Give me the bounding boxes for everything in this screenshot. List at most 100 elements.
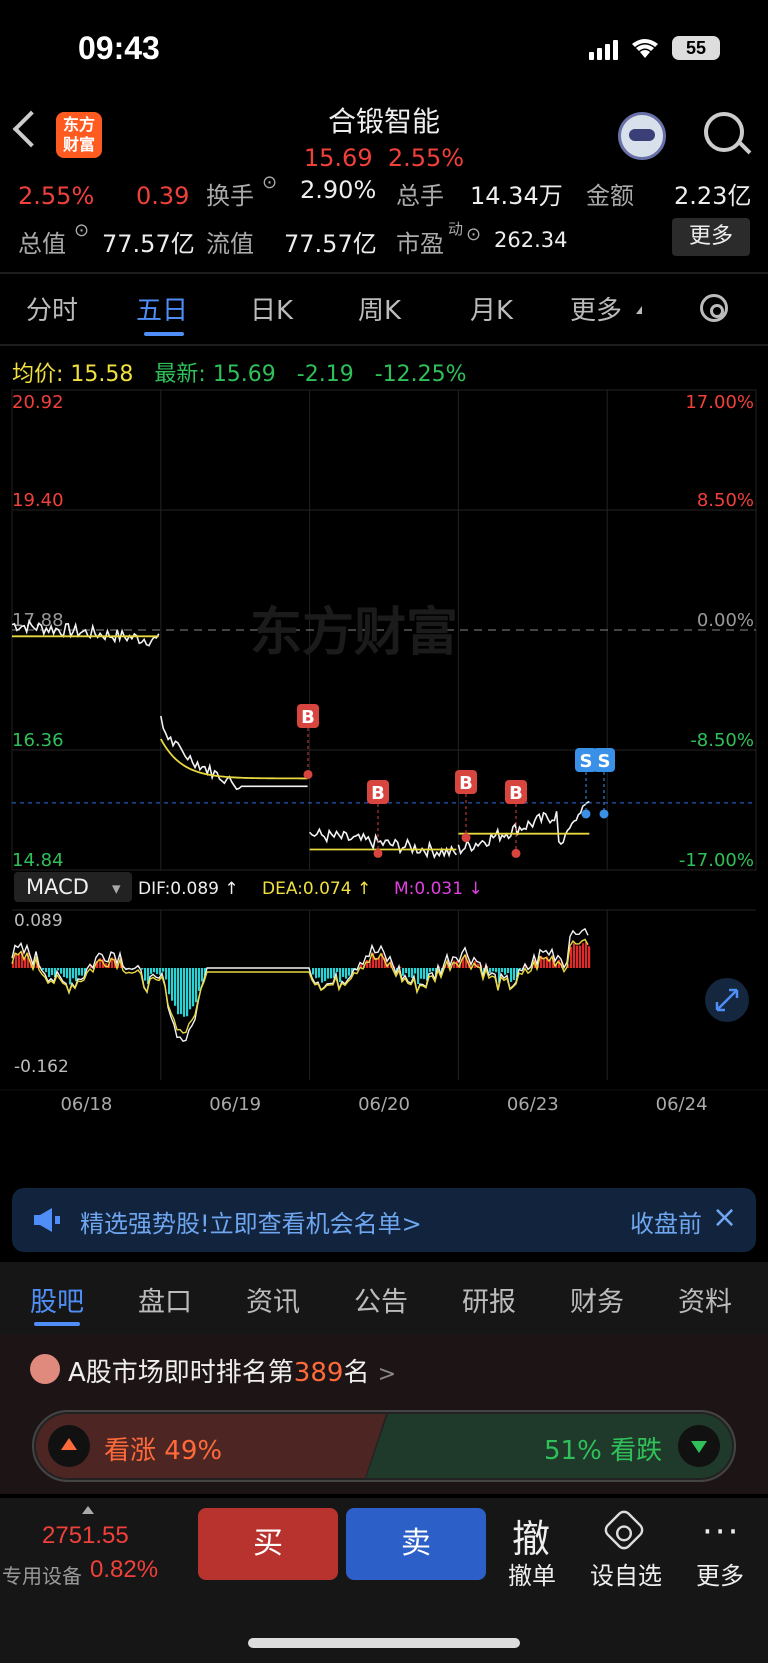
macd-bar xyxy=(174,968,177,1006)
more-info-button[interactable]: 更多 xyxy=(672,218,750,256)
tab-more[interactable]: 更多 xyxy=(570,290,622,327)
header-price-value: 15.69 xyxy=(303,144,373,172)
macd-bar xyxy=(18,954,21,968)
macd-m: M:0.031 ↓ xyxy=(394,879,483,899)
macd-bar xyxy=(171,968,174,1001)
macd-bar xyxy=(69,968,72,985)
signal-label: S xyxy=(598,751,611,772)
info-icon[interactable]: ⊙ xyxy=(262,172,277,193)
macd-bar xyxy=(507,968,510,974)
y-tick-label: 19.40 xyxy=(12,490,64,511)
close-icon[interactable]: × xyxy=(712,1200,737,1235)
market-rank[interactable]: A股市场即时排名第389名 > xyxy=(68,1352,396,1389)
cancel-icon[interactable]: 撤 xyxy=(512,1508,550,1563)
signal-dot xyxy=(461,833,471,843)
info-icon[interactable]: ⊙ xyxy=(466,224,481,245)
x-tick-label: 06/24 xyxy=(656,1094,708,1115)
banner-right-text: 收盘前 xyxy=(630,1210,702,1238)
macd-bar xyxy=(177,968,180,1015)
macd-bar xyxy=(183,968,186,1017)
macd-bar xyxy=(63,968,66,978)
macd-bar xyxy=(192,968,195,1007)
macd-bar xyxy=(411,968,414,979)
gear-icon[interactable] xyxy=(700,294,728,322)
mktcap-value: 77.57亿 xyxy=(102,230,195,258)
tab-news[interactable]: 资讯 xyxy=(246,1280,300,1319)
divider xyxy=(0,344,768,346)
macd-bar xyxy=(570,946,573,968)
y-tick-label: 20.92 xyxy=(12,392,64,413)
macd-bar xyxy=(156,968,159,975)
tab-five-day[interactable]: 五日 xyxy=(136,290,188,327)
macd-bar xyxy=(489,968,492,973)
sell-button[interactable]: 卖 xyxy=(346,1508,486,1580)
sector-pct[interactable]: 0.82% xyxy=(90,1556,158,1584)
macd-bar xyxy=(45,968,48,973)
sector-label[interactable]: 专用设备 xyxy=(2,1560,82,1589)
cancel-order-button[interactable]: 撤单 xyxy=(508,1556,556,1591)
tab-profile[interactable]: 资料 xyxy=(678,1280,732,1319)
tab-research[interactable]: 研报 xyxy=(462,1280,516,1319)
banner-text[interactable]: 精选强势股!立即查看机会名单> xyxy=(80,1204,422,1239)
macd-bar xyxy=(165,968,168,980)
macd-bar xyxy=(510,968,513,982)
signal-label: B xyxy=(301,707,315,728)
tab-announcements[interactable]: 公告 xyxy=(354,1280,408,1319)
rank-suffix: 名 xyxy=(343,1358,370,1388)
signal-dot xyxy=(373,848,383,858)
macd-bar xyxy=(417,968,420,984)
sector-index-value[interactable]: 2751.55 xyxy=(42,1522,129,1550)
pe-label: 市盈 xyxy=(396,230,444,258)
macd-bar xyxy=(330,968,333,979)
volume-value: 14.34万 xyxy=(470,182,563,210)
macd-bar xyxy=(519,968,522,969)
macd-bar xyxy=(15,952,18,968)
arrow-up-icon[interactable] xyxy=(48,1425,90,1467)
ai-assistant-icon[interactable] xyxy=(618,112,666,160)
macd-bar xyxy=(318,968,321,978)
more-button[interactable]: 更多 xyxy=(696,1556,744,1591)
x-tick-label: 06/18 xyxy=(60,1094,112,1115)
tab-monthly-k[interactable]: 月K xyxy=(470,290,513,327)
macd-bar xyxy=(312,968,315,975)
macd-bar xyxy=(453,960,456,968)
macd-bar xyxy=(339,968,342,983)
add-watchlist-button[interactable]: 设自选 xyxy=(590,1556,662,1591)
macd-bar xyxy=(72,968,75,979)
macd-bar xyxy=(42,968,45,970)
tab-daily-k[interactable]: 日K xyxy=(250,290,293,327)
home-indicator[interactable] xyxy=(248,1638,520,1648)
bullish-label: 看涨 49% xyxy=(104,1430,222,1467)
macd-label: MACD xyxy=(26,875,89,899)
five-day-chart[interactable]: 东方财富 20.92 17.00%19.40 8.50%17.88 0.00%16.3… xyxy=(0,380,768,1170)
macd-dea: DEA:0.074 ↑ xyxy=(262,879,371,899)
rank-prefix: A股市场即时排名第 xyxy=(68,1358,294,1388)
macd-bar xyxy=(348,968,351,976)
turnover-label: 换手 xyxy=(206,182,254,210)
buy-button[interactable]: 买 xyxy=(198,1508,338,1580)
arrow-down-icon[interactable] xyxy=(678,1425,720,1467)
macd-bar xyxy=(342,968,345,977)
macd-bar xyxy=(495,968,498,973)
macd-bar xyxy=(321,968,324,983)
info-icon[interactable]: ⊙ xyxy=(74,220,89,241)
chevron-right-icon: > xyxy=(377,1362,397,1387)
macd-bar xyxy=(51,968,54,976)
tab-orderbook[interactable]: 盘口 xyxy=(138,1280,192,1319)
tab-weekly-k[interactable]: 周K xyxy=(358,290,401,327)
more-icon[interactable]: ··· xyxy=(702,1512,740,1552)
signal-label: B xyxy=(459,773,473,794)
macd-bar xyxy=(420,968,423,979)
signal-dot xyxy=(599,809,609,819)
x-tick-label: 06/23 xyxy=(507,1094,559,1115)
macd-bar xyxy=(81,968,84,976)
macd-bar xyxy=(66,968,69,979)
signal-label: S xyxy=(580,751,593,772)
macd-bar xyxy=(186,968,189,1017)
turnover-value: 2.90% xyxy=(300,176,377,204)
macd-bar xyxy=(504,968,507,975)
tab-finance[interactable]: 财务 xyxy=(570,1280,624,1319)
search-icon[interactable] xyxy=(704,112,744,152)
tab-forum[interactable]: 股吧 xyxy=(30,1280,84,1319)
tab-intraday[interactable]: 分时 xyxy=(26,290,78,327)
